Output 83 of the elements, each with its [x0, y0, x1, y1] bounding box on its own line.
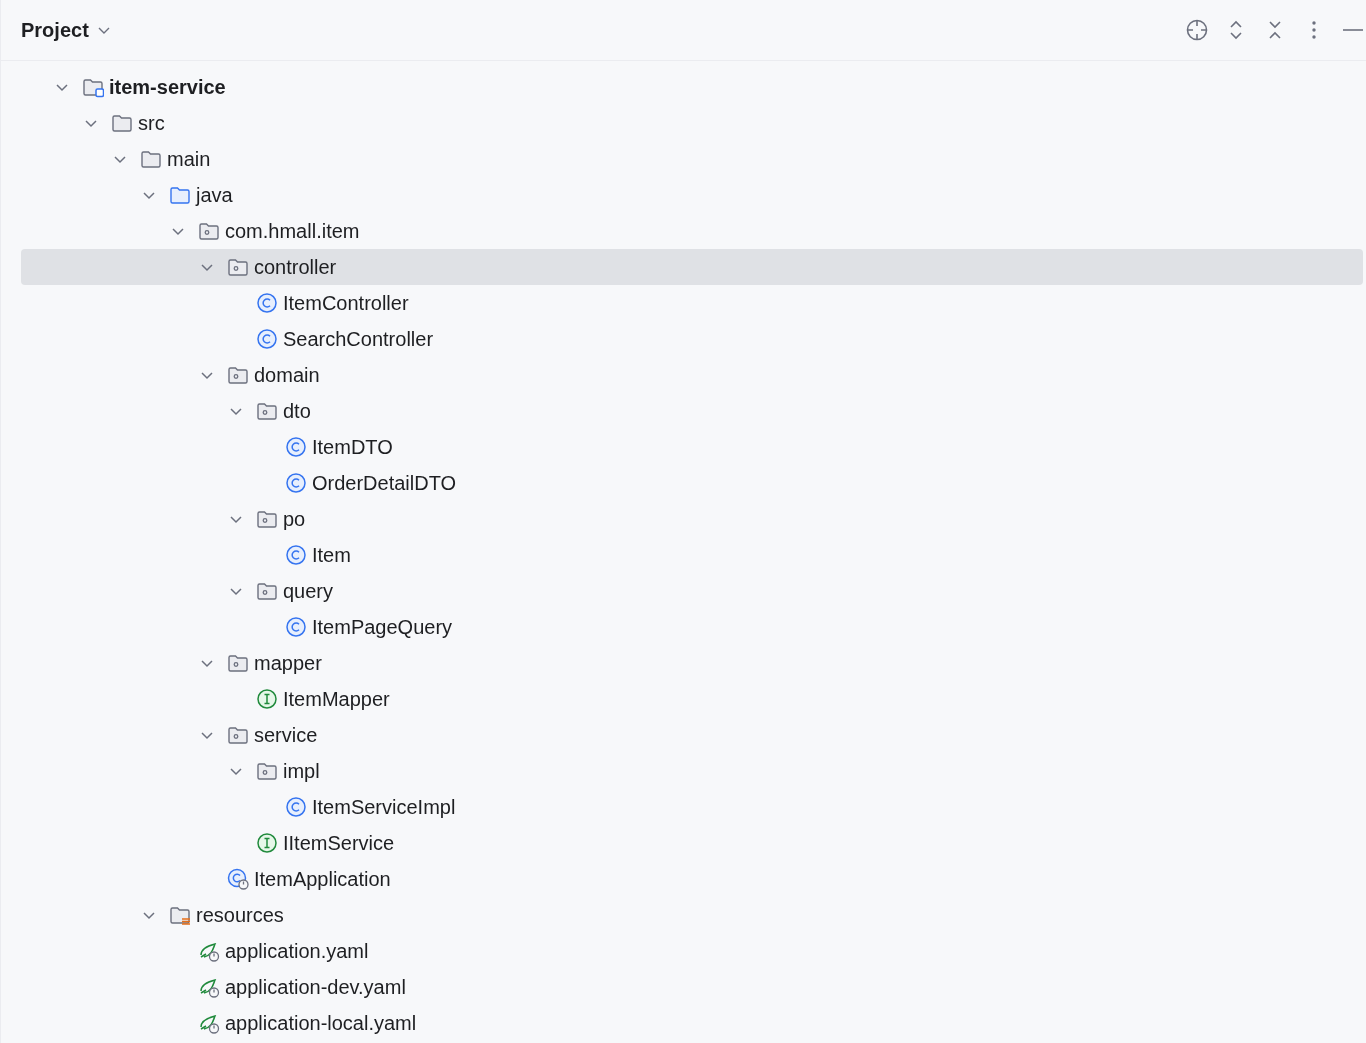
tree-item[interactable]: src	[21, 105, 1363, 141]
tree-item[interactable]: po	[21, 501, 1363, 537]
tree-item[interactable]: domain	[21, 357, 1363, 393]
tree-item-label: controller	[254, 255, 337, 280]
tree-item[interactable]: java	[21, 177, 1363, 213]
tree-item-label: IItemService	[283, 831, 395, 856]
tree-item-label: po	[283, 507, 306, 532]
spring-config-icon	[198, 1012, 220, 1034]
tree-item[interactable]: ItemMapper	[21, 681, 1363, 717]
package-icon	[256, 580, 278, 602]
tree-item[interactable]: resources	[21, 897, 1363, 933]
tree-item-label: Item	[312, 543, 351, 568]
resources-folder-icon	[169, 904, 191, 926]
class-icon	[285, 796, 307, 818]
tree-item[interactable]: application-local.yaml	[21, 1005, 1363, 1041]
tree-item[interactable]: com.hmall.item	[21, 213, 1363, 249]
tree-item-label: ItemMapper	[283, 687, 390, 712]
tree-item-label: ItemController	[283, 291, 409, 316]
project-view-dropdown[interactable]: Project	[21, 15, 111, 45]
class-icon	[285, 544, 307, 566]
tree-item-label: application.yaml	[225, 939, 369, 964]
tree-item-label: ItemPageQuery	[312, 615, 453, 640]
tree-item-label: mapper	[254, 651, 322, 676]
tree-item-label: item-service	[109, 75, 226, 100]
class-icon	[256, 328, 278, 350]
spring-config-icon	[198, 940, 220, 962]
tree-item[interactable]: ItemPageQuery	[21, 609, 1363, 645]
interface-icon	[256, 832, 278, 854]
tree-item[interactable]: Item	[21, 537, 1363, 573]
tree-item-label: OrderDetailDTO	[312, 471, 457, 496]
spring-config-icon	[198, 976, 220, 998]
class-icon	[285, 616, 307, 638]
tree-item[interactable]: IItemService	[21, 825, 1363, 861]
tree-item-label: main	[167, 147, 211, 172]
tree-item-label: SearchController	[283, 327, 434, 352]
package-icon	[256, 400, 278, 422]
tree-item[interactable]: main	[21, 141, 1363, 177]
tree-item-label: ItemDTO	[312, 435, 393, 460]
interface-icon	[256, 688, 278, 710]
tree-item[interactable]: ItemApplication	[21, 861, 1363, 897]
package-icon	[227, 724, 249, 746]
tree-item[interactable]: item-service	[21, 69, 1363, 105]
package-icon	[227, 364, 249, 386]
package-icon	[227, 652, 249, 674]
tree-item[interactable]: ItemServiceImpl	[21, 789, 1363, 825]
class-icon	[285, 472, 307, 494]
package-icon	[256, 508, 278, 530]
tree-item[interactable]: OrderDetailDTO	[21, 465, 1363, 501]
tree-item-label: query	[283, 579, 334, 604]
package-icon	[227, 256, 249, 278]
tree-item-label: src	[138, 111, 165, 136]
folder-icon	[140, 148, 162, 170]
class-icon	[285, 436, 307, 458]
tree-item[interactable]: SearchController	[21, 321, 1363, 357]
tree-item[interactable]: query	[21, 573, 1363, 609]
tree-item[interactable]: ItemDTO	[21, 429, 1363, 465]
tree-item-label: application-dev.yaml	[225, 975, 406, 1000]
tree-item[interactable]: controller	[21, 249, 1363, 285]
class-icon	[256, 292, 278, 314]
tree-item[interactable]: ItemController	[21, 285, 1363, 321]
tree-item[interactable]: mapper	[21, 645, 1363, 681]
tree-item-label: ItemApplication	[254, 867, 391, 892]
tree-item[interactable]: dto	[21, 393, 1363, 429]
tree-item-label: domain	[254, 363, 320, 388]
folder-icon	[111, 112, 133, 134]
module-folder-icon	[82, 76, 104, 98]
package-icon	[198, 220, 220, 242]
folder-icon	[169, 184, 191, 206]
tree-item[interactable]: service	[21, 717, 1363, 753]
tree-item-label: java	[196, 183, 233, 208]
tree-item[interactable]: application.yaml	[21, 933, 1363, 969]
crosshair-icon[interactable]	[1186, 19, 1208, 41]
tree-item[interactable]: application-dev.yaml	[21, 969, 1363, 1005]
tree-item-label: com.hmall.item	[225, 219, 360, 244]
tree-item-label: ItemServiceImpl	[312, 795, 456, 820]
tree-item-label: resources	[196, 903, 284, 928]
tree-item-label: impl	[283, 759, 320, 784]
tree-item-label: application-local.yaml	[225, 1011, 417, 1036]
application-class-icon	[227, 868, 249, 890]
package-icon	[256, 760, 278, 782]
tree-item-label: service	[254, 723, 318, 748]
tree-item[interactable]: impl	[21, 753, 1363, 789]
tree-item-label: dto	[283, 399, 311, 424]
